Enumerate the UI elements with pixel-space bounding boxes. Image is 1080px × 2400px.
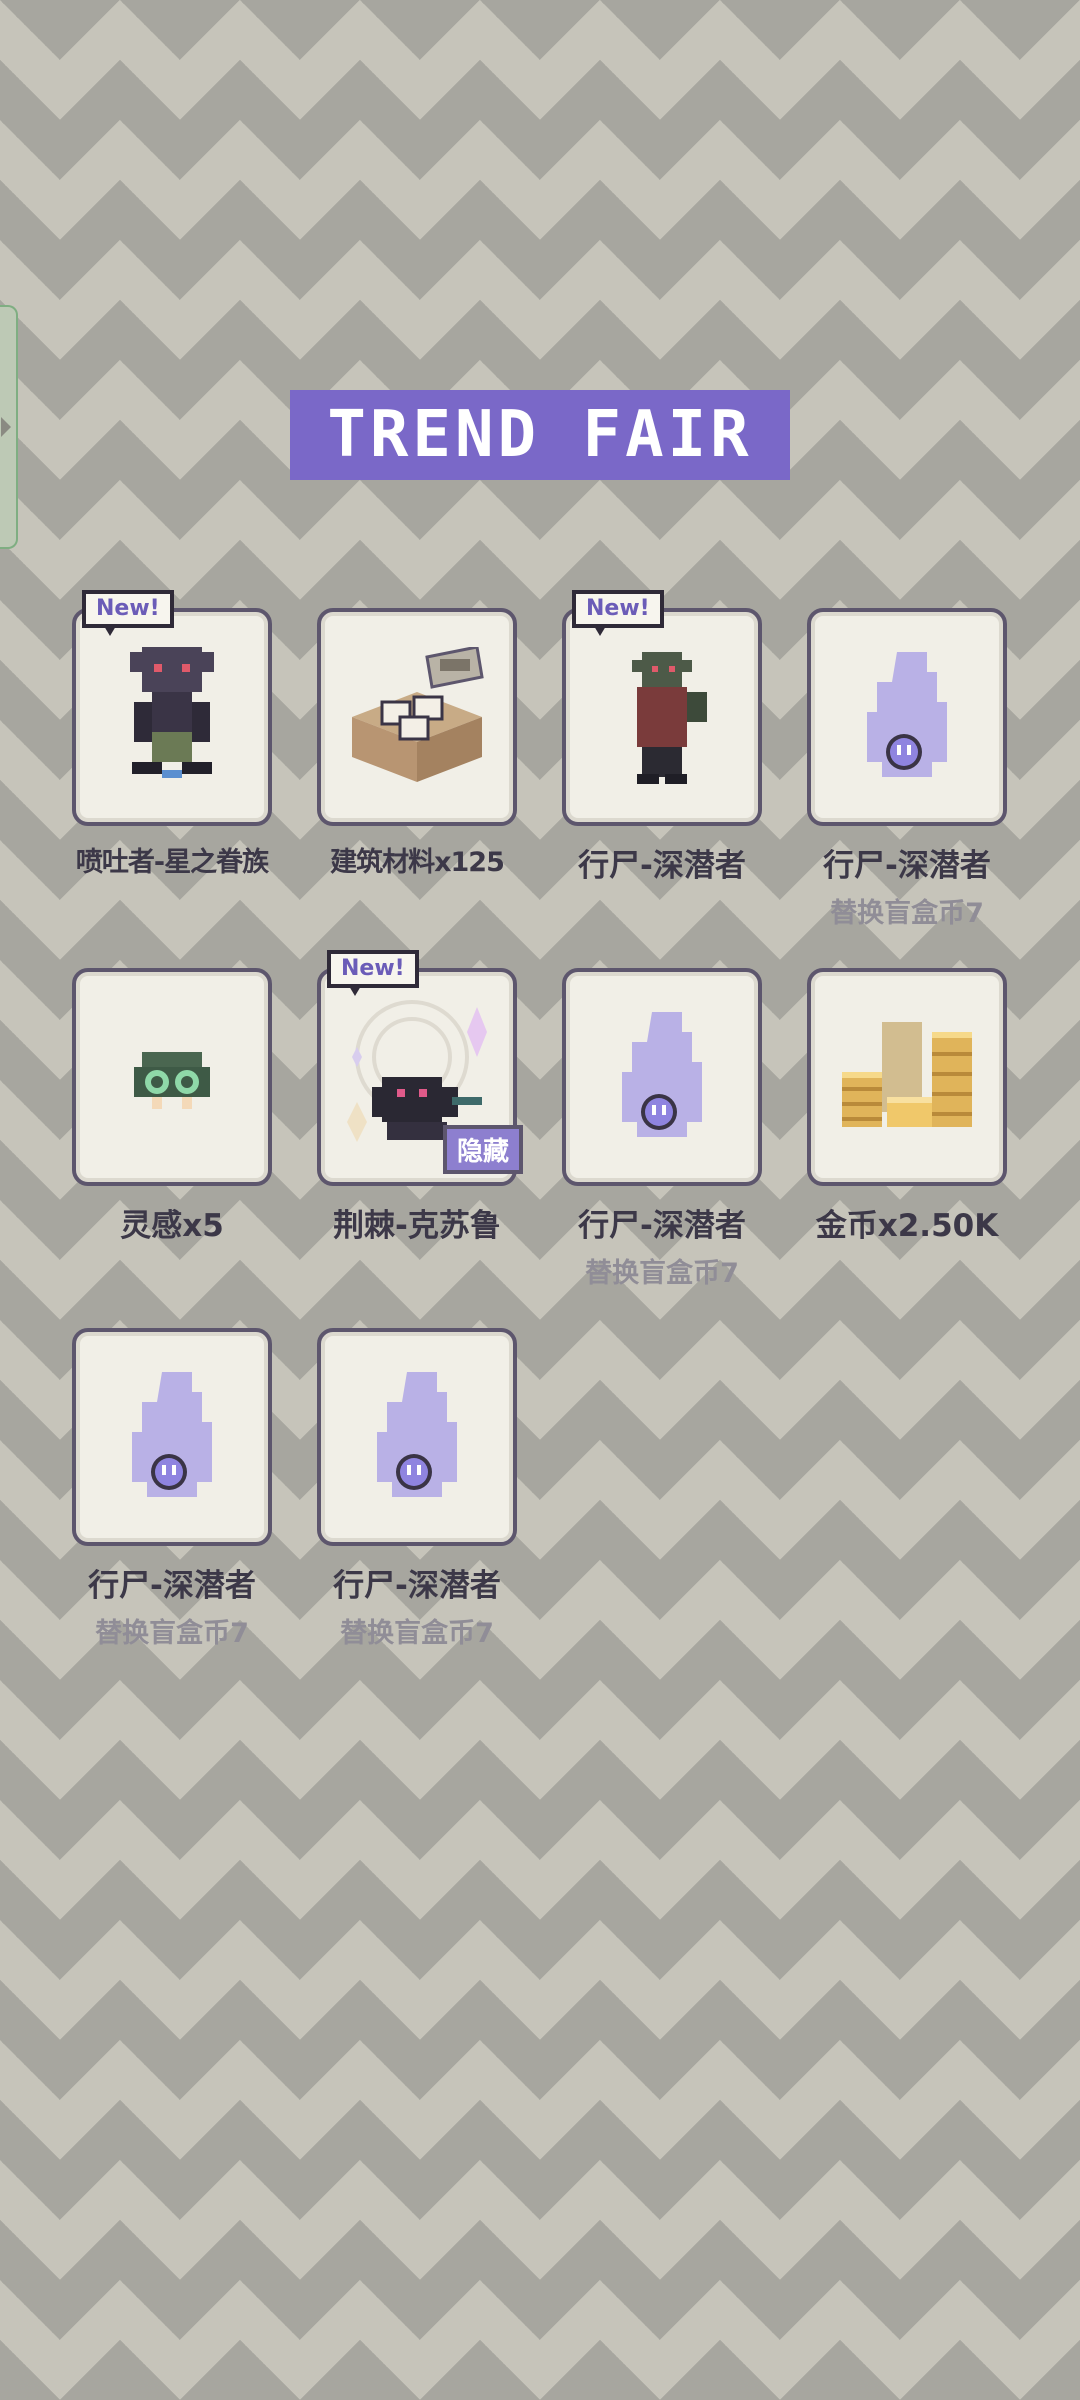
- zombie-deep-one-icon: [632, 652, 707, 784]
- reward-card[interactable]: New!: [72, 590, 272, 826]
- item-name: 荆棘-克苏鲁: [333, 1208, 501, 1244]
- monster-icon: [130, 647, 214, 778]
- reward-card[interactable]: [317, 608, 517, 826]
- reward-item[interactable]: 行尸-深潜者 替换盲盒币7: [807, 608, 1007, 968]
- ghost-placeholder-icon: [622, 1012, 702, 1137]
- new-badge: New!: [82, 590, 174, 636]
- reward-item[interactable]: New! 隐藏 荆棘-克苏鲁: [317, 950, 523, 1328]
- reward-item[interactable]: 金币x2.50K: [807, 968, 1007, 1328]
- inspiration-icon: [134, 1052, 210, 1109]
- reward-item[interactable]: 行尸-深潜者 替换盲盒币7: [317, 1328, 517, 1688]
- item-name: 行尸-深潜者: [88, 1568, 256, 1604]
- reward-item[interactable]: 建筑材料x125: [317, 608, 517, 968]
- item-name: 喷吐者-星之眷族: [75, 847, 269, 878]
- item-name: 建筑材料x125: [330, 847, 505, 878]
- reward-card[interactable]: New!: [562, 590, 762, 826]
- reward-item[interactable]: 行尸-深潜者 替换盲盒币7: [562, 968, 762, 1328]
- reward-item[interactable]: 行尸-深潜者 替换盲盒币7: [72, 1328, 272, 1688]
- side-drawer-handle[interactable]: [0, 305, 18, 549]
- reward-item[interactable]: New! 行尸-深潜者: [562, 590, 762, 968]
- reward-card[interactable]: [72, 968, 272, 1186]
- ghost-placeholder-icon: [132, 1372, 212, 1497]
- arrow-icon: [1, 417, 11, 437]
- ghost-placeholder-icon: [867, 652, 947, 777]
- reward-item[interactable]: 灵感x5: [72, 968, 272, 1328]
- item-subtext: 替换盲盒币7: [830, 898, 984, 929]
- new-badge: New!: [327, 950, 419, 996]
- ghost-placeholder-icon: [377, 1372, 457, 1497]
- page-title: TREND FAIR: [327, 398, 753, 472]
- item-name: 行尸-深潜者: [578, 1208, 746, 1244]
- hidden-tag: 隐藏: [442, 1125, 523, 1174]
- page-title-banner: TREND FAIR: [290, 390, 790, 480]
- item-subtext: 替换盲盒币7: [95, 1618, 249, 1649]
- item-name: 行尸-深潜者: [333, 1568, 501, 1604]
- item-subtext: 替换盲盒币7: [585, 1258, 739, 1289]
- new-badge: New!: [572, 590, 664, 636]
- reward-card[interactable]: [72, 1328, 272, 1546]
- reward-card[interactable]: [562, 968, 762, 1186]
- reward-item[interactable]: New! 喷吐者-星之眷族: [72, 590, 272, 968]
- reward-card[interactable]: New! 隐藏: [317, 950, 523, 1186]
- reward-grid: New! 喷吐者-星之眷族 建筑材料x125 New! 行尸-深潜者 行尸-深潜…: [72, 590, 1008, 1688]
- item-name: 行尸-深潜者: [823, 848, 991, 884]
- reward-card[interactable]: [807, 608, 1007, 826]
- item-name: 行尸-深潜者: [578, 848, 746, 884]
- material-box-icon: [352, 647, 484, 782]
- reward-card[interactable]: [317, 1328, 517, 1546]
- item-name: 灵感x5: [120, 1208, 224, 1244]
- gold-coins-icon: [842, 1022, 972, 1127]
- item-subtext: 替换盲盒币7: [340, 1618, 494, 1649]
- reward-card[interactable]: [807, 968, 1007, 1186]
- item-name: 金币x2.50K: [815, 1208, 999, 1244]
